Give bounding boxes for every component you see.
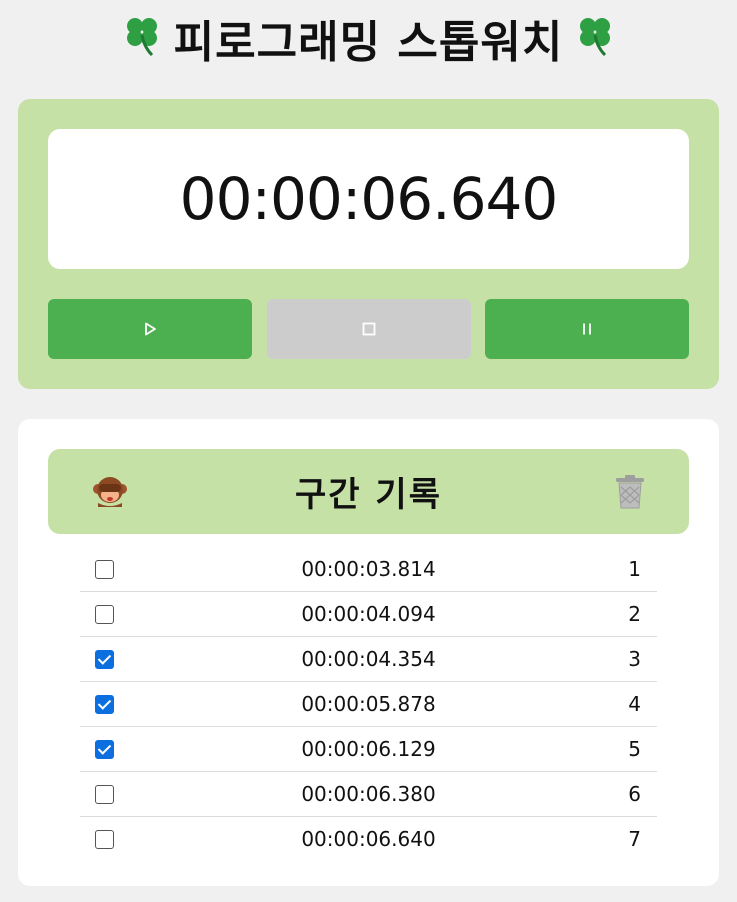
lap-records-title: 구간 기록	[295, 475, 442, 515]
lap-list: 00:00:03.814 1 00:00:04.094 2 00:00:04.3…	[80, 547, 657, 862]
stop-button[interactable]	[267, 299, 471, 359]
lap-records-panel: 구간 기록 00:00:03.814 1 00:00:04.094 2 00:0…	[18, 419, 719, 886]
lap-number: 2	[628, 602, 641, 626]
lap-time: 00:00:06.380	[301, 782, 436, 806]
pause-button[interactable]	[485, 299, 689, 359]
page-title: 피로그래밍 스톱워치	[173, 17, 564, 68]
lap-records-header: 구간 기록	[48, 449, 689, 534]
lap-number: 1	[628, 557, 641, 581]
lap-time: 00:00:04.354	[301, 647, 436, 671]
lap-row: 00:00:06.380 6	[80, 772, 657, 817]
lap-number: 5	[628, 737, 641, 761]
lap-time: 00:00:04.094	[301, 602, 436, 626]
lap-time: 00:00:05.878	[301, 692, 436, 716]
lap-row: 00:00:05.878 4	[80, 682, 657, 727]
stopwatch-panel: 00:00:06.640	[18, 99, 719, 389]
lap-number: 4	[628, 692, 641, 716]
pause-icon	[583, 323, 591, 335]
clover-icon	[122, 13, 162, 64]
lap-row: 00:00:03.814 1	[80, 547, 657, 592]
page-header: 피로그래밍 스톱워치	[0, 6, 737, 70]
clover-icon	[575, 13, 615, 64]
trash-icon[interactable]	[614, 475, 646, 509]
lap-time: 00:00:06.640	[301, 827, 436, 851]
lap-row: 00:00:06.129 5	[80, 727, 657, 772]
lap-row: 00:00:04.094 2	[80, 592, 657, 637]
start-button[interactable]	[48, 299, 252, 359]
lap-number: 7	[628, 827, 641, 851]
play-icon	[145, 322, 156, 336]
lap-time: 00:00:03.814	[301, 557, 436, 581]
lap-number: 3	[628, 647, 641, 671]
lap-row: 00:00:04.354 3	[80, 637, 657, 682]
lap-time: 00:00:06.129	[301, 737, 436, 761]
lap-row: 00:00:06.640 7	[80, 817, 657, 862]
stop-icon	[362, 322, 376, 336]
time-display: 00:00:06.640	[48, 129, 689, 269]
lap-number: 6	[628, 782, 641, 806]
